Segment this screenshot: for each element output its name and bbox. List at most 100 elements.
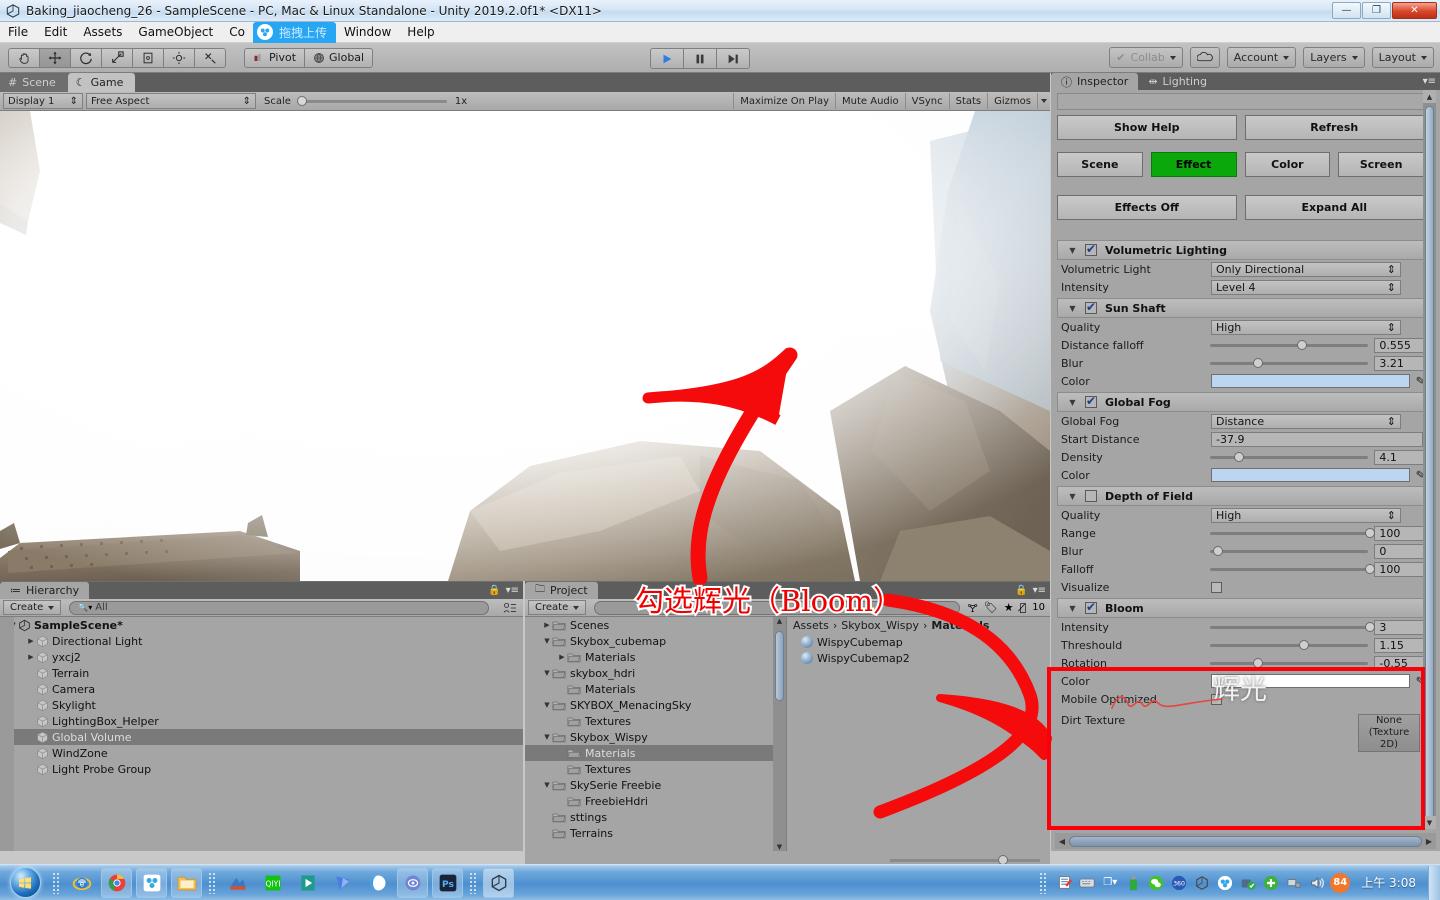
slider-knob[interactable] (1233, 451, 1244, 462)
minimize-button[interactable]: — (1332, 2, 1361, 19)
hierarchy-tree[interactable]: ▼SampleScene* ▶ Directional Light ▶ yxcj2 Ter… (0, 617, 523, 851)
category-screen-button[interactable]: Screen (1338, 152, 1424, 177)
panel-menu-icon[interactable]: ▾≡ (1033, 585, 1046, 596)
input-start-distance[interactable]: -37.9 (1211, 431, 1423, 447)
collapse-arrow-icon[interactable]: ▶ (26, 637, 36, 645)
display-dropdown[interactable]: Display 1 ⇕ (3, 93, 83, 109)
expand-arrow-icon[interactable]: ▼ (542, 701, 552, 709)
expand-arrow-icon[interactable]: ▼ (542, 669, 552, 677)
panel-menu-icon[interactable]: ▾≡ (1423, 76, 1436, 87)
section-enable-checkbox[interactable] (1085, 394, 1097, 408)
slider-knob[interactable] (1365, 563, 1376, 574)
toggle-vsync[interactable]: VSync (904, 93, 949, 109)
hierarchy-row-samplescene[interactable]: ▼SampleScene* (0, 617, 523, 633)
tab-lighting[interactable]: ⇹ Lighting (1138, 73, 1217, 90)
color-swatch-color[interactable] (1210, 468, 1410, 482)
inspector-vertical-scrollbar[interactable]: ▲ ▼ (1423, 90, 1436, 829)
chrome-icon[interactable] (101, 867, 132, 898)
slider-rotation[interactable] (1209, 657, 1369, 668)
expand-arrow-icon[interactable]: ▼ (542, 733, 552, 741)
toggle-gizmos[interactable]: Gizmos (987, 93, 1037, 109)
section-enable-checkbox[interactable] (1085, 300, 1097, 314)
rect-tool-button[interactable] (132, 47, 164, 68)
expand-arrow-icon[interactable]: ▼ (1068, 246, 1077, 255)
hierarchy-row-yxcj2[interactable]: ▶ yxcj2 (0, 649, 523, 665)
slider-intensity[interactable] (1209, 621, 1376, 632)
slider-knob[interactable] (1252, 357, 1263, 368)
taskbar-grip-handle[interactable] (469, 871, 477, 894)
safe-icon[interactable] (1238, 873, 1258, 893)
favorites-star-icon[interactable]: ★ (1004, 601, 1014, 614)
value-rotation[interactable]: -0.55 (1374, 655, 1426, 671)
hierarchy-row-global-volume[interactable]: Global Volume (0, 729, 523, 745)
value-blur[interactable]: 0 (1374, 543, 1426, 559)
menu-window[interactable]: Window (336, 23, 399, 41)
dropdown-quality[interactable]: High ⇕ (1211, 319, 1401, 335)
volume-icon[interactable] (1307, 873, 1327, 893)
value-falloff[interactable]: 100 (1374, 561, 1426, 577)
hierarchy-row-light-probe-group[interactable]: Light Probe Group (0, 761, 523, 777)
account-dropdown[interactable]: Account (1226, 47, 1297, 68)
downloader-icon[interactable] (327, 868, 358, 898)
project-folder-skyserie-freebie[interactable]: ▼ SkySerie Freebie (525, 777, 786, 793)
wechat-icon[interactable] (1146, 873, 1166, 893)
slider-knob[interactable] (1365, 527, 1376, 538)
tab-project[interactable]: 🗀 Project (525, 582, 598, 599)
drag-upload-button[interactable]: 拖拽上传 (252, 21, 336, 43)
plus-icon[interactable] (1261, 873, 1281, 893)
rotate-tool-button[interactable] (70, 47, 102, 68)
dropdown-global-fog[interactable]: Distance ⇕ (1211, 413, 1401, 429)
project-create-button[interactable]: Create (528, 600, 587, 615)
slider-distance-falloff[interactable] (1209, 339, 1369, 350)
section-header-bloom[interactable]: ▼ Bloom (1057, 598, 1424, 618)
slider-knob[interactable] (1212, 545, 1223, 556)
section-enable-checkbox[interactable] (1085, 242, 1097, 256)
scrollbar-thumb[interactable] (1425, 106, 1434, 826)
menu-assets[interactable]: Assets (75, 23, 130, 41)
show-help-button[interactable]: Show Help (1057, 115, 1237, 140)
expand-arrow-icon[interactable]: ▼ (542, 781, 552, 789)
browser-icon[interactable] (362, 868, 393, 898)
slider-knob[interactable] (1298, 639, 1309, 650)
unity-icon[interactable] (483, 867, 514, 898)
project-folder-sttings[interactable]: sttings (525, 809, 786, 825)
transform-tool-button[interactable] (163, 47, 195, 68)
player-icon[interactable] (397, 867, 428, 898)
tab-hierarchy[interactable]: ≔ Hierarchy (0, 582, 90, 599)
value-distance-falloff[interactable]: 0.555 (1374, 337, 1426, 353)
pivot-toggle[interactable]: Pivot (244, 47, 306, 68)
effects-off-button[interactable]: Effects Off (1057, 195, 1237, 220)
inspector-object-field[interactable] (1057, 93, 1424, 110)
expand-all-button[interactable]: Expand All (1244, 195, 1424, 220)
scrollbar-thumb[interactable] (775, 631, 784, 701)
hidden-items-icon[interactable]: 👁̸ (1020, 601, 1027, 614)
layout-dropdown[interactable]: Layout (1371, 47, 1434, 68)
slider-density[interactable] (1209, 451, 1369, 462)
move-tool-button[interactable] (39, 47, 71, 68)
scroll-down-arrow-icon[interactable]: ▼ (1423, 816, 1436, 829)
expand-arrow-icon[interactable]: ▼ (1068, 398, 1077, 407)
menu-help[interactable]: Help (399, 23, 442, 41)
tab-inspector[interactable]: ⓘ Inspector (1051, 73, 1139, 90)
hierarchy-search-input[interactable]: 🔍▾ All (69, 600, 489, 615)
category-effect-button[interactable]: Effect (1150, 152, 1237, 177)
project-folder-materials[interactable]: Materials (525, 745, 786, 761)
taskbar-clock[interactable]: 上午 3:08 (1353, 874, 1424, 891)
hierarchy-row-terrain[interactable]: Terrain (0, 665, 523, 681)
refresh-button[interactable]: Refresh (1244, 115, 1424, 140)
slider-knob[interactable] (1365, 621, 1376, 632)
usb-icon[interactable] (1123, 873, 1143, 893)
toggle-mute-audio[interactable]: Mute Audio (835, 93, 905, 109)
project-folder-skybox-cubemap[interactable]: ▼ Skybox_cubemap (525, 633, 786, 649)
start-button[interactable] (2, 866, 48, 900)
lock-icon[interactable]: 🔒 (488, 585, 500, 596)
slider-blur[interactable] (1209, 357, 1369, 368)
value-intensity[interactable]: 3 (1374, 619, 1426, 635)
collab-button[interactable]: ✔ Collab (1109, 47, 1183, 68)
hierarchy-row-skylight[interactable]: Skylight (0, 697, 523, 713)
project-folder-skybox-menacingsky[interactable]: ▼ SKYBOX_MenacingSky (525, 697, 786, 713)
scroll-left-arrow-icon[interactable]: ◀ (1055, 837, 1069, 846)
cloud-tray-icon[interactable] (1215, 873, 1235, 893)
taskbar-grip-handle[interactable] (52, 871, 60, 894)
tab-scene[interactable]: # Scene (0, 73, 68, 92)
